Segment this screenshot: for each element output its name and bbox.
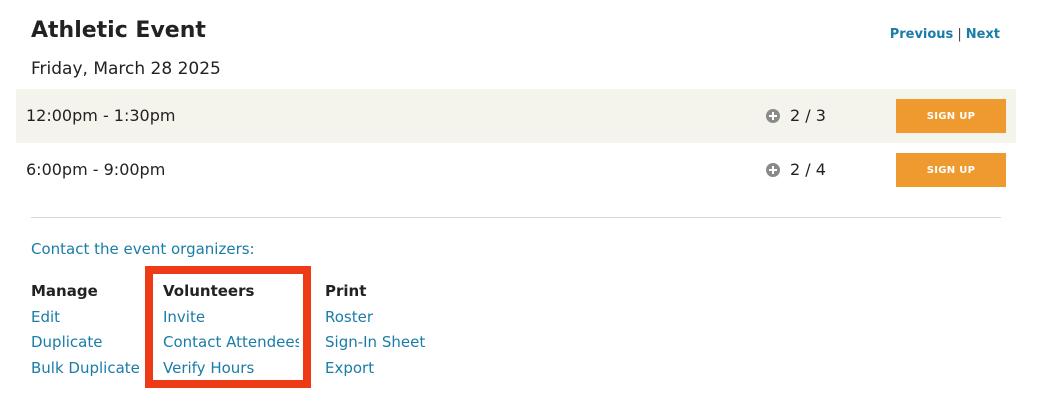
contact-organizers-link[interactable]: Contact the event organizers:: [31, 240, 255, 258]
slot-row: 6:00pm - 9:00pm 2 / 4 SIGN UP: [16, 143, 1016, 197]
manage-heading: Manage: [31, 282, 98, 300]
volunteers-heading: Volunteers: [163, 282, 255, 300]
print-column: Print Roster Sign-In Sheet Export: [325, 279, 425, 381]
sign-in-sheet-link[interactable]: Sign-In Sheet: [325, 330, 425, 356]
slot-time: 12:00pm - 1:30pm: [26, 106, 176, 125]
slot-time: 6:00pm - 9:00pm: [26, 160, 166, 179]
export-link[interactable]: Export: [325, 356, 425, 382]
plus-circle-icon[interactable]: [766, 162, 780, 177]
plus-circle-icon[interactable]: [766, 108, 780, 123]
contact-attendees-link[interactable]: Contact Attendees: [163, 330, 299, 356]
print-heading: Print: [325, 282, 367, 300]
sign-up-button[interactable]: SIGN UP: [896, 99, 1006, 133]
pager-separator: |: [957, 27, 962, 42]
verify-hours-link[interactable]: Verify Hours: [163, 356, 299, 382]
slot-row: 12:00pm - 1:30pm 2 / 3 SIGN UP: [16, 89, 1016, 143]
previous-link[interactable]: Previous: [890, 27, 954, 42]
bulk-duplicate-link[interactable]: Bulk Duplicate: [31, 356, 140, 382]
edit-link[interactable]: Edit: [31, 305, 140, 331]
manage-column: Manage Edit Duplicate Bulk Duplicate: [31, 279, 140, 381]
invite-link[interactable]: Invite: [163, 305, 299, 331]
duplicate-link[interactable]: Duplicate: [31, 330, 140, 356]
divider: [31, 217, 1001, 218]
next-link[interactable]: Next: [966, 27, 1000, 42]
roster-link[interactable]: Roster: [325, 305, 425, 331]
volunteers-column: Volunteers Invite Contact Attendees Veri…: [163, 279, 299, 381]
sign-up-button[interactable]: SIGN UP: [896, 153, 1006, 187]
slot-count[interactable]: 2 / 4: [766, 160, 826, 179]
pager: Previous | Next: [890, 27, 1000, 42]
event-title: Athletic Event: [31, 18, 206, 43]
slot-count-value: 2 / 3: [790, 106, 826, 125]
slot-count-value: 2 / 4: [790, 160, 826, 179]
slot-count[interactable]: 2 / 3: [766, 106, 826, 125]
event-date: Friday, March 28 2025: [31, 59, 221, 79]
